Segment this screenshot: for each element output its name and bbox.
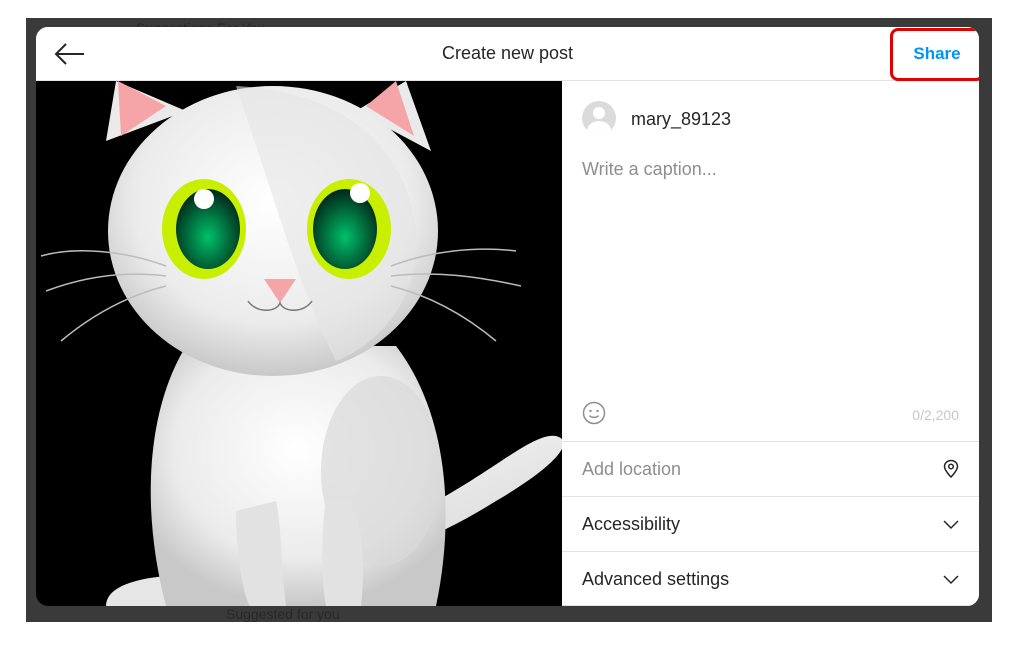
add-location-row[interactable]: Add location — [562, 441, 979, 497]
accessibility-label: Accessibility — [582, 514, 681, 534]
share-button[interactable]: Share — [902, 43, 972, 65]
divider — [562, 605, 979, 606]
post-image — [36, 81, 562, 606]
advanced-settings-row[interactable]: Advanced settings — [562, 551, 979, 606]
create-post-modal: Create new post Share mary_89123 Write a… — [36, 27, 979, 606]
location-input[interactable]: Add location — [582, 459, 681, 480]
compose-panel: mary_89123 0/2,200 Add location Accessib… — [562, 81, 979, 606]
advanced-settings-label: Advanced settings — [582, 569, 730, 589]
smiley-icon — [582, 401, 606, 425]
cat-illustration — [36, 81, 562, 606]
chevron-down-icon — [943, 520, 959, 530]
accessibility-row[interactable]: Accessibility — [562, 496, 979, 552]
modal-header: Create new post Share — [36, 27, 979, 81]
character-count: 0/2,200 — [912, 407, 959, 423]
username: mary_89123 — [631, 109, 732, 129]
backdrop-suggestions-footer: Suggested for you — [226, 606, 340, 622]
caption-input[interactable] — [582, 159, 959, 369]
modal-title: Create new post — [441, 43, 574, 63]
avatar — [582, 101, 616, 135]
location-pin-icon — [943, 459, 959, 479]
emoji-button[interactable] — [582, 401, 606, 425]
chevron-down-icon — [943, 575, 959, 585]
